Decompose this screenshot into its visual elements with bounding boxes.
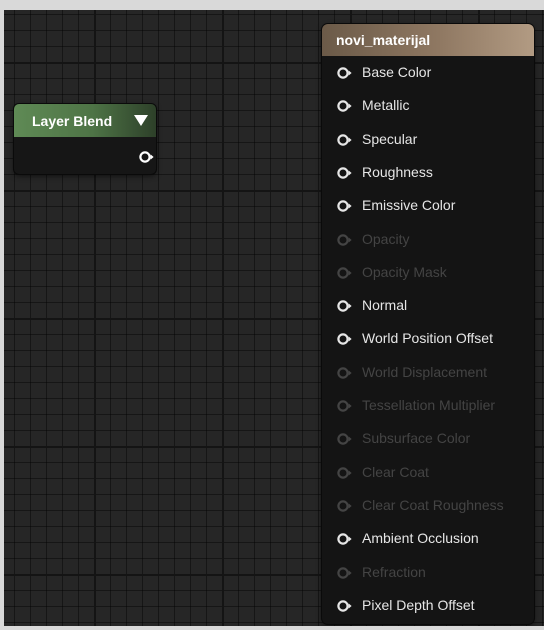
pin-label: Emissive Color xyxy=(362,197,456,214)
material-input-pin[interactable]: Base Color xyxy=(322,56,534,89)
material-input-pin[interactable]: Ambient Occlusion xyxy=(322,522,534,555)
pin-label: Opacity xyxy=(362,230,410,247)
pin-label: Metallic xyxy=(362,97,410,114)
pin-label: Refraction xyxy=(362,563,426,580)
pin-connector-icon[interactable] xyxy=(336,499,354,513)
pin-label: Clear Coat Roughness xyxy=(362,496,504,513)
pin-connector-icon[interactable] xyxy=(336,466,354,480)
pin-connector-icon[interactable] xyxy=(336,399,354,413)
layer-blend-node-title: Layer Blend xyxy=(32,112,113,129)
material-input-pin[interactable]: Opacity xyxy=(322,223,534,256)
material-input-pin[interactable]: Clear Coat xyxy=(322,456,534,489)
pin-label: Tessellation Multiplier xyxy=(362,397,496,413)
pin-connector-icon[interactable] xyxy=(336,332,354,346)
pin-connector-icon[interactable] xyxy=(336,166,354,180)
pin-connector-icon[interactable] xyxy=(336,266,354,280)
pin-connector-icon[interactable] xyxy=(336,532,354,546)
material-input-pin[interactable]: Specular xyxy=(322,123,534,156)
material-input-pin[interactable]: Normal xyxy=(322,289,534,322)
material-input-pin[interactable]: World Position Offset xyxy=(322,322,534,355)
pin-connector-icon[interactable] xyxy=(336,599,354,613)
material-result-node[interactable]: novi_materijal Base Color Metallic Specula… xyxy=(322,24,534,624)
output-pin-icon[interactable] xyxy=(138,150,154,164)
pin-connector-icon[interactable] xyxy=(336,432,354,446)
material-input-pin[interactable]: Refraction xyxy=(322,556,534,589)
pin-label: World Position Offset xyxy=(362,330,493,347)
material-input-pin[interactable]: Tessellation Multiplier xyxy=(322,389,534,422)
pin-connector-icon[interactable] xyxy=(336,99,354,113)
pin-connector-icon[interactable] xyxy=(336,366,354,380)
pin-connector-icon[interactable] xyxy=(336,133,354,147)
pin-label: Opacity Mask xyxy=(362,263,447,280)
material-input-pin[interactable]: World Displacement xyxy=(322,356,534,389)
material-input-pin[interactable]: Emissive Color xyxy=(322,189,534,222)
material-input-pin[interactable]: Subsurface Color xyxy=(322,422,534,455)
material-node-header[interactable]: novi_materijal xyxy=(322,24,534,56)
material-node-title: novi_materijal xyxy=(336,32,431,48)
pin-connector-icon[interactable] xyxy=(336,299,354,313)
pin-connector-icon[interactable] xyxy=(336,233,354,247)
pin-label: Base Color xyxy=(362,64,432,80)
pin-label: Clear Coat xyxy=(362,463,429,480)
material-input-pin[interactable]: Clear Coat Roughness xyxy=(322,489,534,522)
pin-connector-icon[interactable] xyxy=(336,199,354,213)
material-input-pin[interactable]: Pixel Depth Offset xyxy=(322,589,534,622)
pin-label: Subsurface Color xyxy=(362,430,471,447)
pin-connector-icon[interactable] xyxy=(336,566,354,580)
layer-blend-node[interactable]: Layer Blend xyxy=(14,104,156,174)
pin-label: World Displacement xyxy=(362,363,488,380)
pin-label: Pixel Depth Offset xyxy=(362,596,475,613)
pin-label: Ambient Occlusion xyxy=(362,530,479,547)
pin-label: Specular xyxy=(362,130,418,147)
pin-label: Roughness xyxy=(362,163,433,180)
pin-connector-icon[interactable] xyxy=(336,66,354,80)
triangle-down-icon[interactable] xyxy=(132,112,150,128)
pin-label: Normal xyxy=(362,297,408,314)
material-input-pin[interactable]: Roughness xyxy=(322,156,534,189)
material-input-pin[interactable]: Metallic xyxy=(322,89,534,122)
material-input-pin[interactable]: Opacity Mask xyxy=(322,256,534,289)
